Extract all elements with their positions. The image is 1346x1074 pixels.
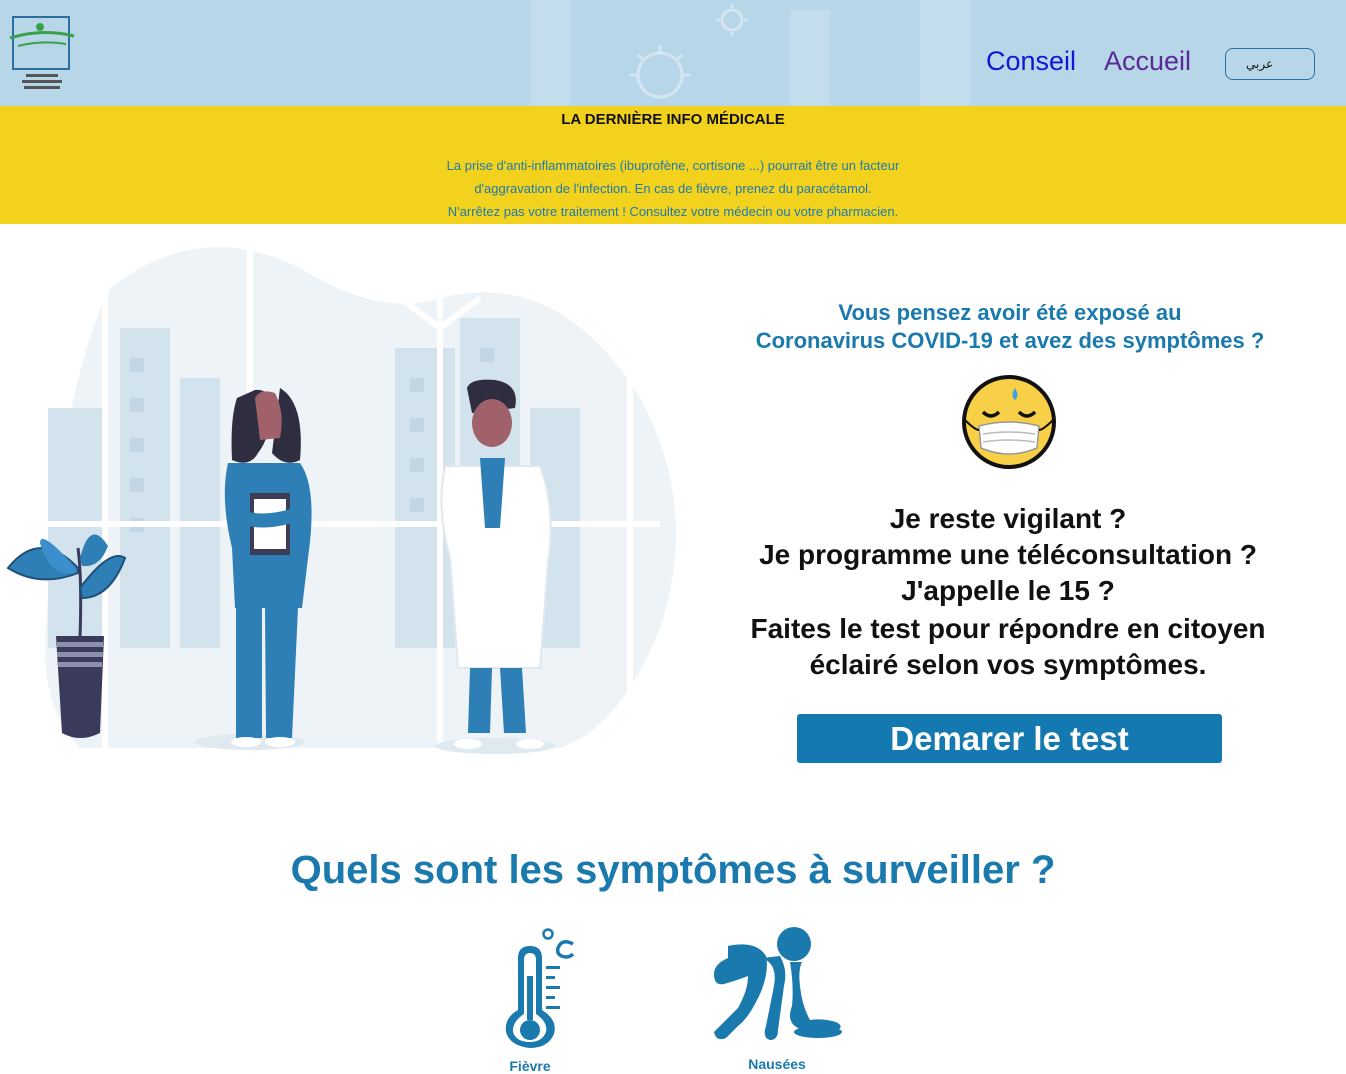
cta-text-line: J'appelle le 15 ? xyxy=(901,575,1115,606)
cta-text-line: Je programme une téléconsultation ? xyxy=(759,539,1257,570)
symptom-label-nausees: Nausées xyxy=(748,1056,806,1072)
cta-text-line: Faites le test pour répondre en citoyen xyxy=(750,613,1266,644)
exposure-question: Coronavirus COVID-19 et avez des symptôm… xyxy=(755,328,1265,353)
thermometer-icon xyxy=(505,928,575,1048)
site-header: Conseil Accueil عربي xyxy=(0,0,1346,106)
ministry-logo[interactable] xyxy=(8,14,76,96)
banner-title: LA DERNIÈRE INFO MÉDICALE xyxy=(561,111,785,128)
language-switch-button[interactable]: عربي xyxy=(1225,48,1315,80)
nav-link-accueil[interactable]: Accueil xyxy=(1104,46,1191,77)
cta-text-line: Je reste vigilant ? xyxy=(889,503,1127,534)
start-test-button[interactable]: Demarer le test xyxy=(797,714,1222,763)
symptom-label-fievre: Fièvre xyxy=(509,1058,551,1074)
vomiting-person-icon xyxy=(714,927,842,1040)
exposure-question: Vous pensez avoir été exposé au xyxy=(838,300,1182,325)
masked-face-emoji-icon xyxy=(962,375,1056,469)
banner-text-line: La prise d'anti-inflammatoires (ibuprofè… xyxy=(446,158,900,173)
banner-text-line: d'aggravation de l'infection. En cas de … xyxy=(474,181,872,196)
virus-background-decoration xyxy=(530,0,970,106)
cta-text-line: éclairé selon vos symptômes. xyxy=(809,649,1207,680)
doctors-illustration xyxy=(6,247,676,754)
banner-text-line: N'arrêtez pas votre traitement ! Consult… xyxy=(447,204,899,219)
nav-link-conseil[interactable]: Conseil xyxy=(986,46,1076,77)
symptoms-section-title: Quels sont les symptômes à surveiller ? xyxy=(290,848,1056,892)
